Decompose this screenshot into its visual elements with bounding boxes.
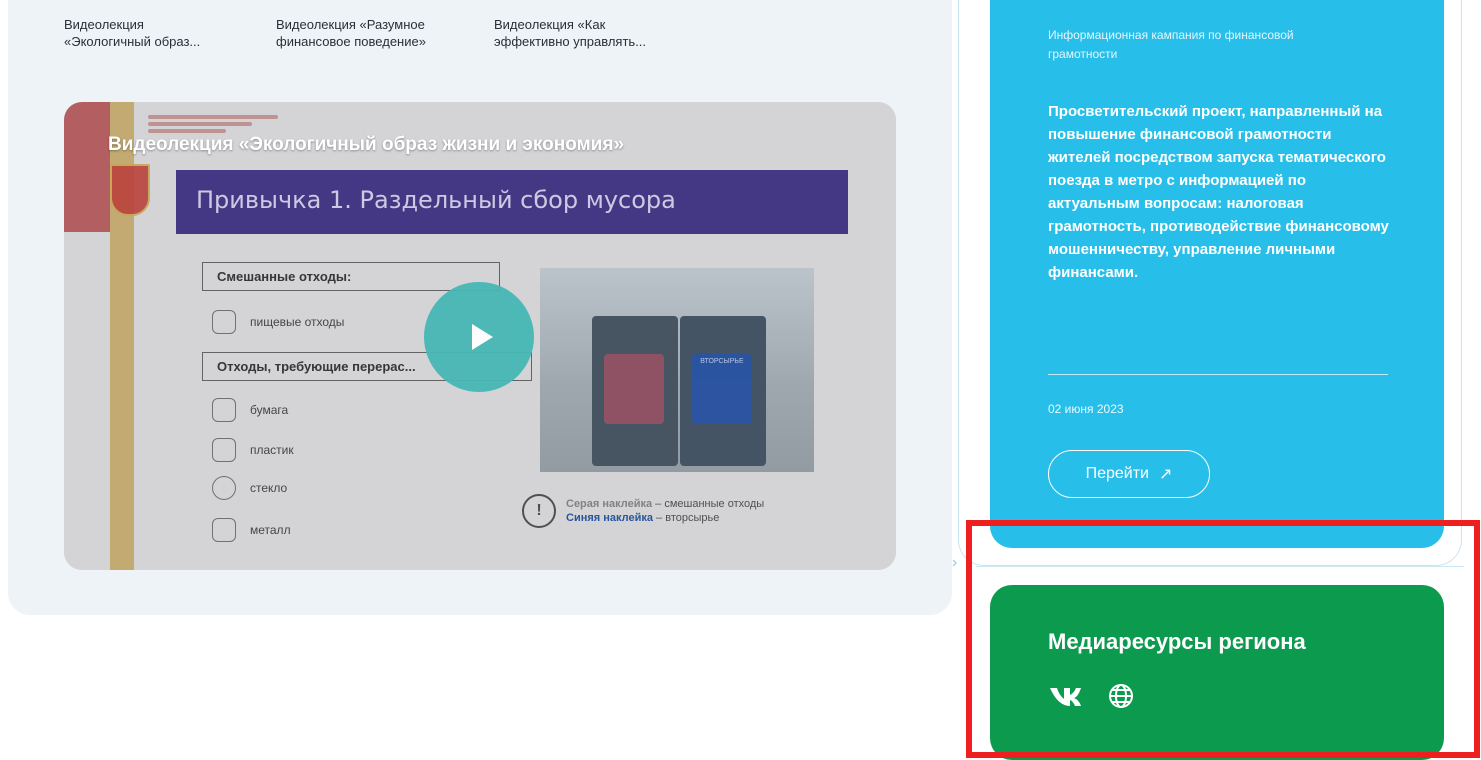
globe-icon[interactable]: [1108, 683, 1134, 714]
section-divider: [976, 566, 1464, 567]
tab-label-line2: финансовое поведение»: [276, 34, 426, 49]
tab-label-line1: Видеолекция: [64, 17, 144, 32]
card-description: Просветительский проект, направленный на…: [1048, 103, 1389, 281]
tab-label-line2: эффективно управлять...: [494, 34, 647, 49]
vk-logo-icon: [1050, 688, 1081, 706]
tab-manage-effectively[interactable]: Видеолекция «Как эффективно управлять...: [494, 16, 714, 50]
tab-smart-finance[interactable]: Видеолекция «Разумное финансовое поведен…: [276, 16, 494, 50]
regional-media-title: Медиаресурсы региона: [1048, 629, 1306, 654]
regional-media-card: Медиаресурсы региона: [990, 585, 1444, 760]
vk-icon[interactable]: [1048, 685, 1082, 713]
video-player[interactable]: Привычка 1. Раздельный сбор мусора Смеша…: [64, 102, 896, 570]
play-icon: [472, 324, 493, 350]
video-title: Видеолекция «Экологичный образ жизни и э…: [108, 134, 625, 155]
tab-label-line1: Видеолекция «Разумное: [276, 17, 425, 32]
info-campaign-card: Информационная кампания по финансовой гр…: [990, 0, 1444, 548]
card-date: 02 июня 2023: [1048, 402, 1124, 416]
card-category: Информационная кампания по финансовой гр…: [1048, 28, 1294, 61]
card-divider: [1048, 374, 1388, 375]
arrow-up-right-icon: ↗: [1159, 466, 1173, 483]
play-button[interactable]: [424, 282, 534, 392]
go-button-label: Перейти: [1085, 465, 1149, 482]
tab-eco-lifestyle[interactable]: Видеолекция «Экологичный образ...: [64, 16, 276, 50]
video-tabs: Видеолекция «Экологичный образ... Видеол…: [64, 16, 714, 50]
video-lectures-panel: Видеолекция «Экологичный образ... Видеол…: [8, 0, 952, 615]
go-button[interactable]: Перейти ↗: [1048, 450, 1210, 498]
chevron-right-icon[interactable]: ›: [952, 554, 957, 572]
tab-label-line1: Видеолекция «Как: [494, 17, 606, 32]
tab-label-line2: «Экологичный образ...: [64, 34, 201, 49]
